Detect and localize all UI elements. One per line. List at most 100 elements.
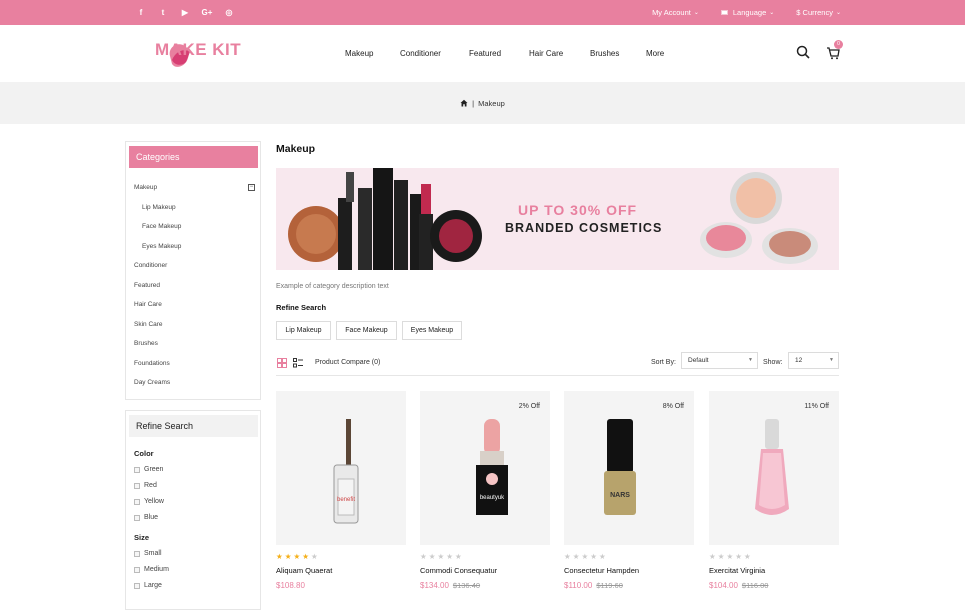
category-item-featured[interactable]: Featured [134,276,259,296]
product-name[interactable]: Commodi Consequatur [420,566,497,575]
chevron-down-icon: ⌄ [769,10,775,16]
categories-title: Categories [129,146,258,168]
lipstick-image: beautyuk [476,419,508,515]
refine-chip-eyes-makeup[interactable]: Eyes Makeup [402,321,462,340]
category-item-hair-care[interactable]: Hair Care [134,295,259,315]
current-price: $134.00 [420,581,449,590]
category-item-skin-care[interactable]: Skin Care [134,315,259,335]
category-item-conditioner[interactable]: Conditioner [134,256,259,276]
product-image-1[interactable]: benefit [276,391,406,545]
top-right-menus: My Account ⌄ Language ⌄ $ Currency ⌄ [652,0,841,25]
color-option-green[interactable]: Green [134,466,163,473]
checkbox[interactable] [134,466,140,473]
checkbox[interactable] [134,550,140,557]
current-price: $110.00 [564,581,593,590]
color-label: Red [144,482,157,489]
color-label: Blue [144,514,159,521]
checkbox[interactable] [134,498,140,505]
breadcrumb-current[interactable]: Makeup [478,99,505,108]
size-option-large[interactable]: Large [134,582,162,589]
search-icon[interactable] [796,45,810,59]
category-item-eyes-makeup[interactable]: Eyes Makeup [134,237,259,257]
category-label: Eyes Makeup [142,242,182,250]
product-image-4[interactable]: 11% Off [709,391,839,545]
nav-item-conditioner[interactable]: Conditioner [400,49,469,58]
product-image-2[interactable]: 2% Off beautyuk [420,391,550,545]
language-dropdown[interactable]: Language ⌄ [720,8,775,17]
current-price: $104.00 [709,581,738,590]
banner-cosmetics-image [288,168,818,270]
size-label: Small [144,550,162,557]
category-item-day-creams[interactable]: Day Creams [134,373,259,393]
language-label: Language [732,8,767,17]
logo-text[interactable]: MAKE KIT [155,40,241,60]
twitter-icon[interactable]: t [152,0,174,25]
top-bar: f t ▶ G+ ◎ My Account ⌄ Language ⌄ $ Cur… [0,0,965,25]
color-option-red[interactable]: Red [134,482,157,489]
product-price: $134.00 $136.40 [420,581,480,590]
color-option-yellow[interactable]: Yellow [134,498,164,505]
size-option-small[interactable]: Small [134,550,162,557]
current-price: $108.80 [276,581,305,590]
google-plus-icon[interactable]: G+ [196,0,218,25]
collapse-icon[interactable]: − [248,184,255,191]
product-compare-link[interactable]: Product Compare (0) [315,359,380,366]
checkbox[interactable] [134,514,140,521]
banner-headline: UP TO 30% OFF [518,202,638,218]
nail-polish-image: NARS [604,419,636,515]
category-item-foundations[interactable]: Foundations [134,354,259,374]
refine-chip-lip-makeup[interactable]: Lip Makeup [276,321,331,340]
list-view-icon[interactable] [293,358,303,368]
page-title: Makeup [276,143,316,155]
social-links: f t ▶ G+ ◎ [130,0,240,25]
nav-item-brushes[interactable]: Brushes [590,49,646,58]
facebook-icon[interactable]: f [130,0,152,25]
product-name[interactable]: Consectetur Hampden [564,566,639,575]
product-image-3[interactable]: 8% Off NARS [564,391,694,545]
show-select[interactable]: 12 ▼ [788,352,839,369]
old-price: $116.00 [741,581,769,590]
refine-chip-face-makeup[interactable]: Face Makeup [336,321,397,340]
breadcrumb: | Makeup [0,82,965,124]
nav-item-more[interactable]: More [646,49,686,58]
svg-text:benefit: benefit [337,497,355,503]
category-label: Day Creams [134,379,171,386]
instagram-icon[interactable]: ◎ [218,0,240,25]
currency-dropdown[interactable]: $ Currency ⌄ [796,8,841,17]
nav-item-hair-care[interactable]: Hair Care [529,49,590,58]
category-label: Lip Makeup [142,203,176,211]
category-banner[interactable]: UP TO 30% OFF BRANDED COSMETICS [276,168,839,270]
grid-view-icon[interactable] [277,358,287,368]
category-item-lip-makeup[interactable]: Lip Makeup [134,198,259,218]
sort-select[interactable]: Default ▼ [681,352,758,369]
size-facet-title: Size [134,533,150,542]
category-item-makeup[interactable]: Makeup − [134,178,259,198]
nav-item-makeup[interactable]: Makeup [345,49,400,58]
svg-text:NARS: NARS [610,492,630,499]
main-nav: Makeup Conditioner Featured Hair Care Br… [345,25,686,82]
color-option-blue[interactable]: Blue [134,514,158,521]
size-option-medium[interactable]: Medium [134,566,169,573]
category-description: Example of category description text [276,283,389,290]
discount-badge: 11% Off [804,403,829,410]
my-account-dropdown[interactable]: My Account ⌄ [652,8,699,17]
chevron-down-icon: ▼ [829,357,834,363]
size-label: Large [144,582,162,589]
old-price: $136.40 [452,581,481,590]
checkbox[interactable] [134,482,140,489]
product-price: $104.00 $116.00 [709,581,768,590]
youtube-icon[interactable]: ▶ [174,0,196,25]
nav-item-featured[interactable]: Featured [469,49,529,58]
category-label: Makeup [134,184,158,191]
checkbox[interactable] [134,566,140,573]
category-item-brushes[interactable]: Brushes [134,334,259,354]
product-name[interactable]: Exercitat Virginia [709,566,765,575]
product-name[interactable]: Aliquam Quaerat [276,566,332,575]
category-label: Face Makeup [142,223,182,230]
perfume-image [755,419,789,515]
product-price: $110.00 $119.60 [564,581,623,590]
checkbox[interactable] [134,582,140,589]
home-icon[interactable] [460,99,468,107]
color-label: Green [144,466,164,473]
category-item-face-makeup[interactable]: Face Makeup [134,217,259,237]
